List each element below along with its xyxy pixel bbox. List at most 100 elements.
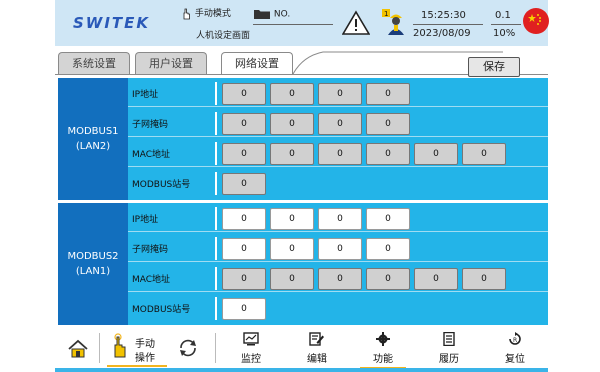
manual-label-1: 手动 xyxy=(135,339,155,350)
nav-function-label: 功能 xyxy=(373,354,393,365)
manual-operation-button[interactable]: 手动 操作 xyxy=(103,329,171,367)
bottom-nav: 手动 操作 监控 编辑 功能 履历 R 复位 xyxy=(55,329,548,372)
ip-octet-2-input[interactable]: 0 xyxy=(270,208,314,230)
modbus2-port: (LAN1) xyxy=(75,266,111,277)
row-separator xyxy=(215,237,217,260)
row-divider xyxy=(128,166,548,167)
mac-byte-4: 0 xyxy=(366,268,410,290)
station-number: 0 xyxy=(222,173,266,195)
nav-monitor[interactable]: 监控 xyxy=(220,329,282,367)
percent-label: 10% xyxy=(493,28,516,39)
edit-icon xyxy=(309,332,324,346)
ip-octet-1-input[interactable]: 0 xyxy=(222,208,266,230)
header-bar: SWITEK 手动模式 人机设定画面 NO. 1 15:25:30 2023/0… xyxy=(55,0,549,46)
subnet-octet-4-input[interactable]: 0 xyxy=(366,238,410,260)
station-label: MODBUS站号 xyxy=(132,305,191,315)
row-separator xyxy=(215,267,217,290)
mode-indicator: 手动模式 人机设定画面 xyxy=(180,6,250,42)
row-separator xyxy=(215,172,217,195)
reset-icon: R xyxy=(509,332,521,345)
modbus1-section: MODBUS1 (LAN2) IP地址 0 0 0 0 子网掩码 0 0 0 0… xyxy=(58,78,548,200)
modbus1-label: MODBUS1 (LAN2) xyxy=(58,78,128,200)
warning-icon[interactable] xyxy=(342,10,370,36)
modbus1-name: MODBUS1 xyxy=(67,126,119,137)
nav-history[interactable]: 履历 xyxy=(418,329,480,367)
cycle-button[interactable] xyxy=(173,329,203,367)
mac-byte-5: 0 xyxy=(414,143,458,165)
gear-icon xyxy=(376,332,390,346)
row-separator xyxy=(215,142,217,165)
operator-icon[interactable]: 1 xyxy=(381,7,411,37)
mac-label: MAC地址 xyxy=(132,150,171,160)
modbus2-subnet-row: 子网掩码 0 0 0 0 xyxy=(128,235,548,262)
manual-label-2: 操作 xyxy=(135,353,155,364)
tab-user-settings[interactable]: 用户设置 xyxy=(135,52,207,74)
save-button[interactable]: 保存 xyxy=(468,57,520,77)
modbus1-mac-row: MAC地址 0 0 0 0 0 0 xyxy=(128,140,548,167)
modbus2-section: MODBUS2 (LAN1) IP地址 0 0 0 0 子网掩码 0 0 0 0… xyxy=(58,203,548,325)
mac-byte-4: 0 xyxy=(366,143,410,165)
row-separator xyxy=(215,297,217,320)
home-button[interactable] xyxy=(58,329,98,367)
modbus1-ip-row: IP地址 0 0 0 0 xyxy=(128,80,548,107)
nav-function[interactable]: 功能 xyxy=(352,329,414,369)
manual-active-underline xyxy=(107,365,167,367)
svg-text:1: 1 xyxy=(384,10,388,18)
modbus2-ip-row: IP地址 0 0 0 0 xyxy=(128,205,548,232)
hand-icon xyxy=(114,333,126,358)
svg-text:R: R xyxy=(513,337,517,344)
subnet-octet-3: 0 xyxy=(318,113,362,135)
mac-label: MAC地址 xyxy=(132,275,171,285)
modbus2-name: MODBUS2 xyxy=(67,251,119,262)
ip-octet-4-input[interactable]: 0 xyxy=(366,208,410,230)
value-underline xyxy=(491,24,521,25)
station-number-input[interactable]: 0 xyxy=(222,298,266,320)
ip-octet-4: 0 xyxy=(366,83,410,105)
station-label: MODBUS站号 xyxy=(132,180,191,190)
nav-reset-label: 复位 xyxy=(505,354,525,365)
hmi-screen: SWITEK 手动模式 人机设定画面 NO. 1 15:25:30 2023/0… xyxy=(55,0,549,372)
row-separator xyxy=(215,112,217,135)
nav-divider xyxy=(99,333,100,363)
row-divider xyxy=(128,291,548,292)
ip-label: IP地址 xyxy=(132,90,159,100)
ip-label: IP地址 xyxy=(132,215,159,225)
history-icon xyxy=(443,332,455,346)
language-flag-icon[interactable] xyxy=(523,8,549,34)
tab-system-settings[interactable]: 系统设置 xyxy=(58,52,130,74)
nav-edit-label: 编辑 xyxy=(307,354,327,365)
subnet-octet-1-input[interactable]: 0 xyxy=(222,238,266,260)
ip-octet-1: 0 xyxy=(222,83,266,105)
datetime-panel: 15:25:30 2023/08/09 0.1 10% xyxy=(413,4,521,42)
row-separator xyxy=(215,207,217,230)
modbus2-mac-row: MAC地址 0 0 0 0 0 0 xyxy=(128,265,548,292)
monitor-icon xyxy=(243,332,259,346)
tab-network-settings[interactable]: 网络设置 xyxy=(221,52,293,75)
screen-name: 人机设定画面 xyxy=(196,31,251,41)
mode-label: 手动模式 xyxy=(194,9,231,19)
subnet-octet-2: 0 xyxy=(270,113,314,135)
subnet-label: 子网掩码 xyxy=(132,245,169,255)
modbus2-label: MODBUS2 (LAN1) xyxy=(58,203,128,325)
file-number: NO. xyxy=(253,8,333,28)
modbus1-port: (LAN2) xyxy=(75,141,111,152)
mac-byte-6: 0 xyxy=(462,268,506,290)
row-divider xyxy=(128,136,548,137)
cycle-icon xyxy=(180,339,196,357)
nav-edit[interactable]: 编辑 xyxy=(286,329,348,367)
row-divider xyxy=(128,231,548,232)
subnet-octet-3-input[interactable]: 0 xyxy=(318,238,362,260)
mac-byte-3: 0 xyxy=(318,143,362,165)
logo: SWITEK xyxy=(73,14,151,32)
nav-history-label: 履历 xyxy=(439,354,459,365)
file-number-label: NO. xyxy=(273,9,291,20)
mac-byte-1: 0 xyxy=(222,143,266,165)
ip-octet-3-input[interactable]: 0 xyxy=(318,208,362,230)
mac-byte-3: 0 xyxy=(318,268,362,290)
subnet-label: 子网掩码 xyxy=(132,120,169,130)
modbus2-station-row: MODBUS站号 0 xyxy=(128,295,548,322)
nav-divider xyxy=(215,333,216,363)
subnet-octet-2-input[interactable]: 0 xyxy=(270,238,314,260)
mac-byte-2: 0 xyxy=(270,143,314,165)
nav-reset[interactable]: R 复位 xyxy=(484,329,546,367)
